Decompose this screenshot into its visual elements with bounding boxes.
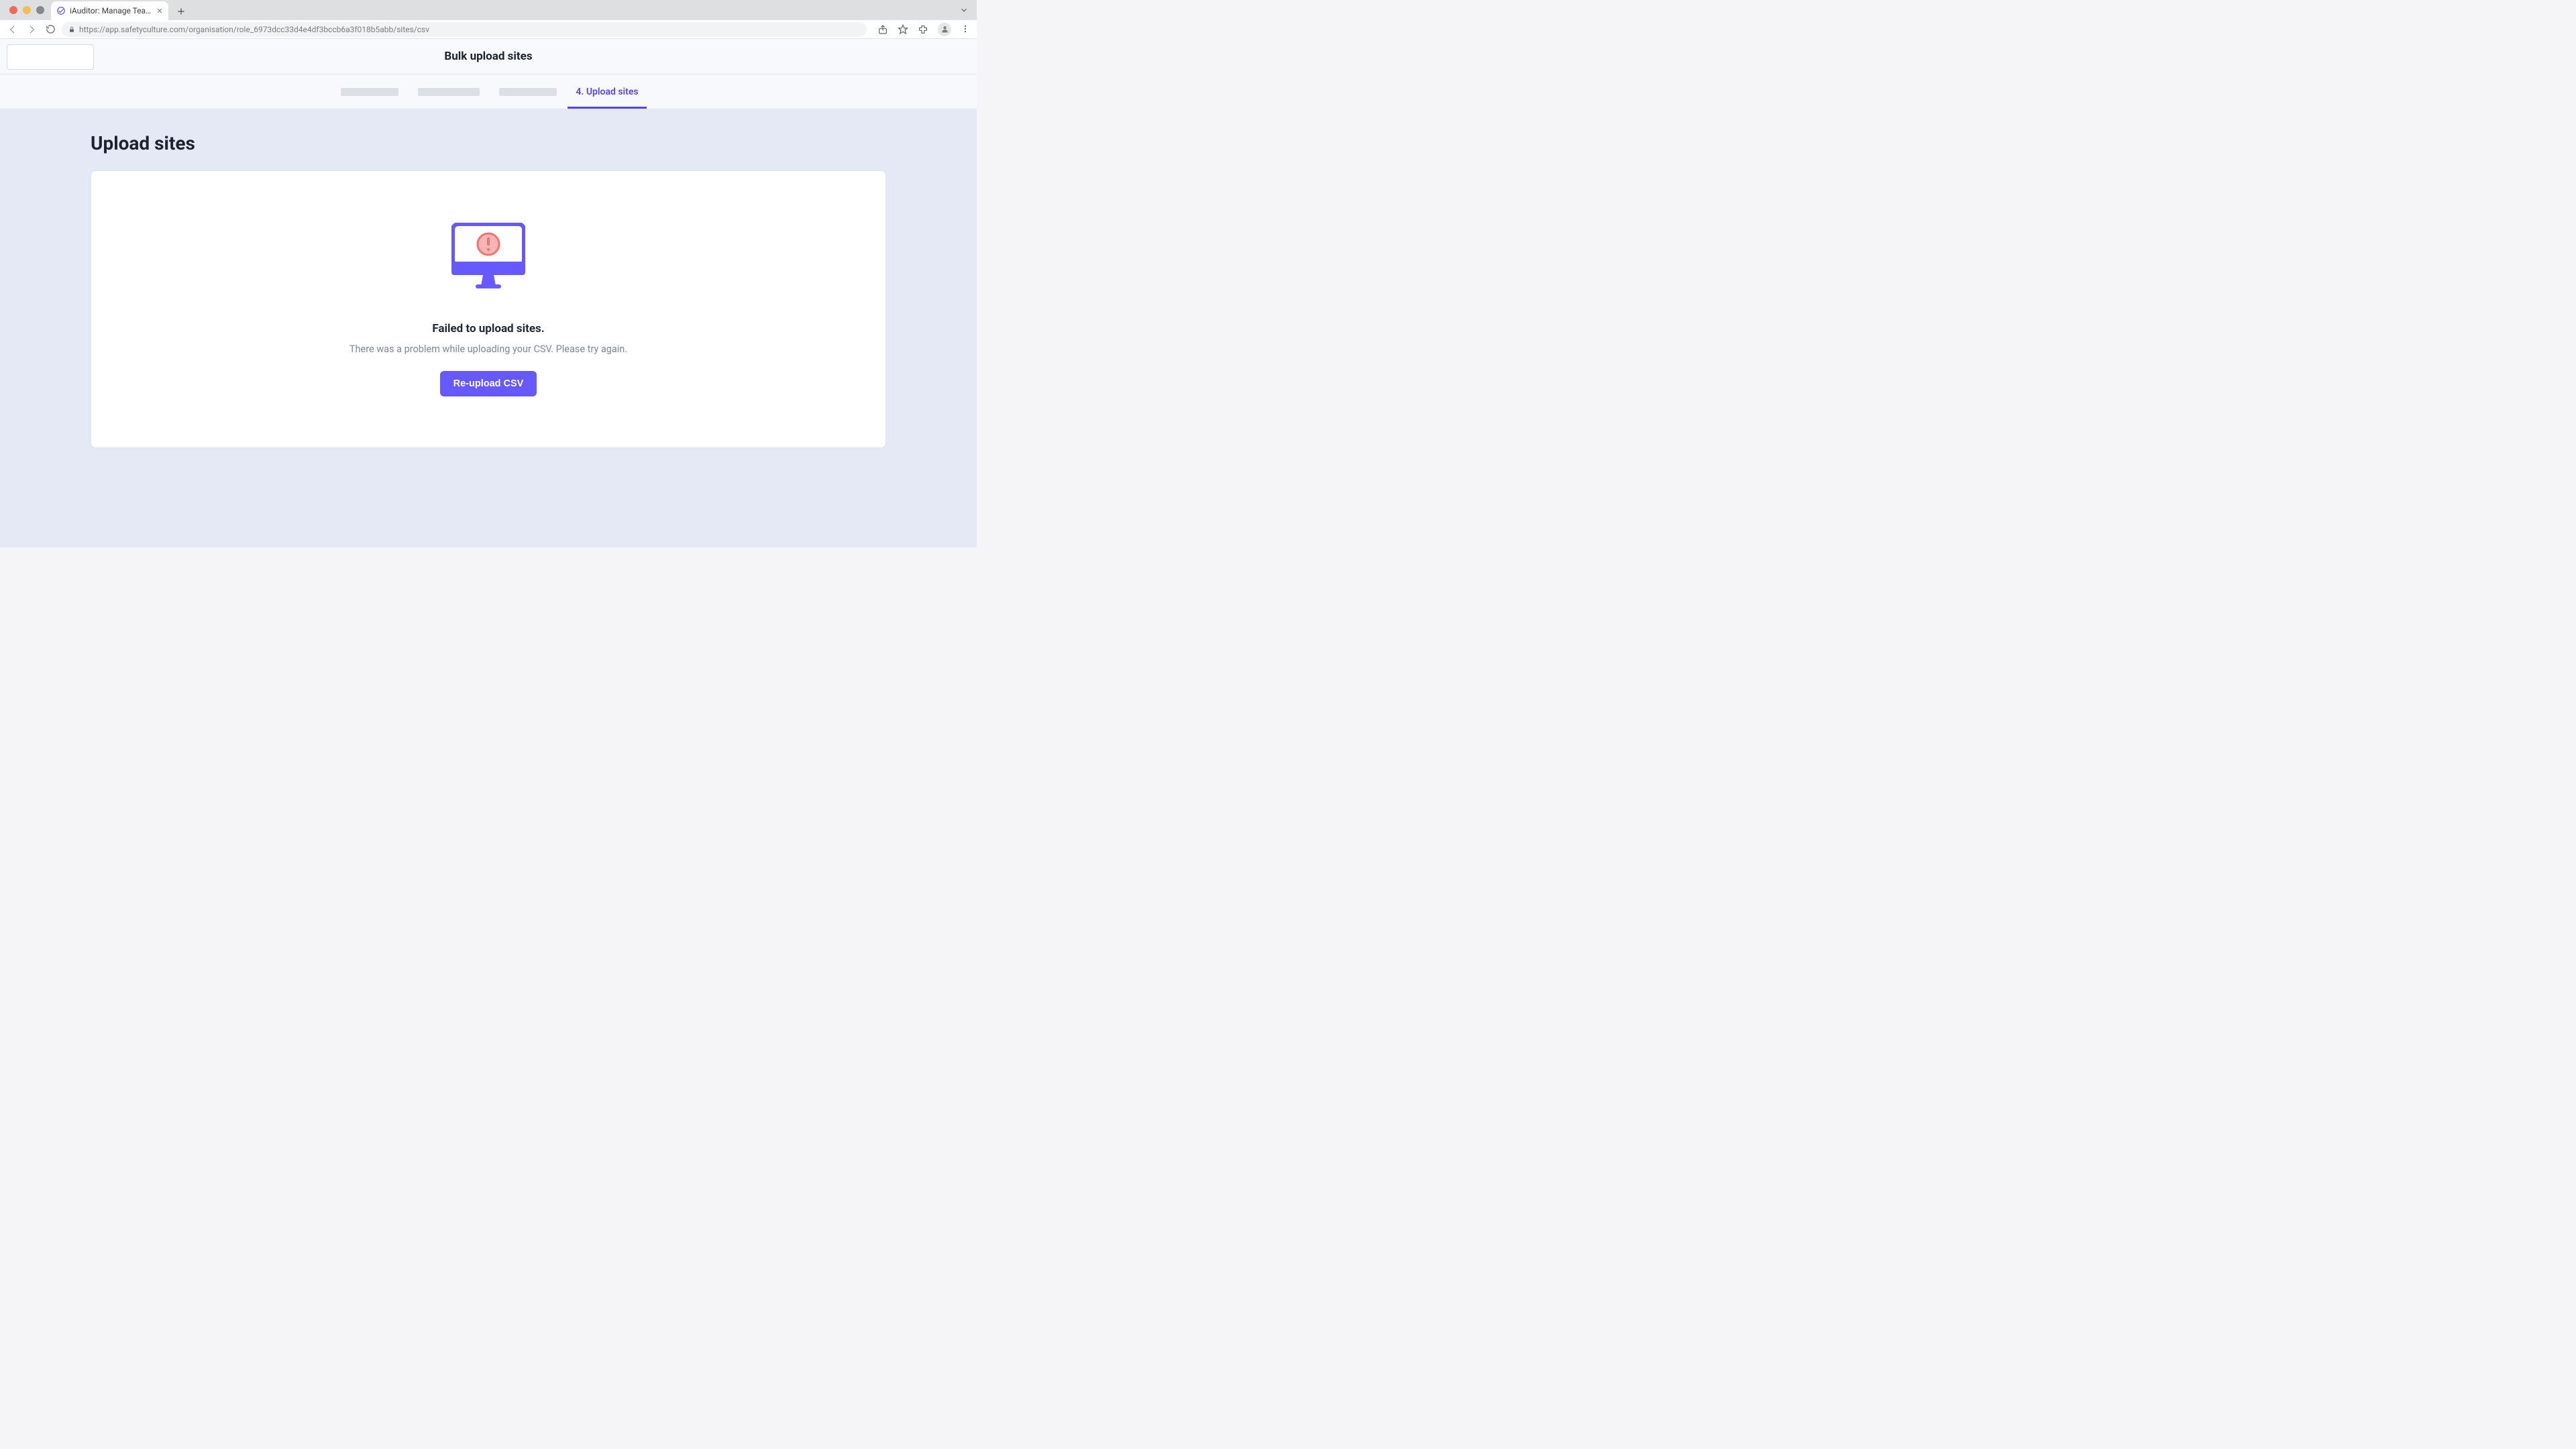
lock-icon — [68, 26, 75, 33]
step-tabs: 4. Upload sites — [0, 74, 977, 109]
browser-tab-bar: iAuditor: Manage Teams and In — [0, 0, 977, 20]
favicon-icon — [56, 6, 66, 15]
star-icon[interactable] — [898, 24, 908, 35]
page-title: Bulk upload sites — [444, 50, 532, 63]
new-tab-button[interactable] — [172, 3, 190, 20]
step-1[interactable] — [330, 74, 409, 109]
forward-button[interactable] — [24, 22, 39, 37]
step-4-active[interactable]: 4. Upload sites — [568, 74, 647, 109]
share-icon[interactable] — [877, 24, 888, 35]
address-bar-actions — [871, 23, 971, 36]
content-wrap: Upload sites — [91, 109, 886, 475]
browser-chrome-right — [959, 5, 977, 15]
error-description: There was a problem while uploading your… — [350, 343, 627, 355]
window-max-dot[interactable] — [36, 6, 44, 14]
extensions-icon[interactable] — [918, 24, 928, 35]
step-placeholder — [499, 88, 557, 96]
reupload-csv-button[interactable]: Re-upload CSV — [440, 371, 537, 396]
url-text: https://app.safetyculture.com/organisati… — [79, 25, 429, 34]
browser-tabs: iAuditor: Manage Teams and In — [51, 0, 190, 20]
back-button[interactable] — [5, 22, 20, 37]
window-controls — [0, 6, 44, 14]
step-3[interactable] — [488, 74, 568, 109]
page-heading: Upload sites — [91, 109, 886, 170]
upload-card: Failed to upload sites. There was a prob… — [91, 170, 886, 448]
app-header: Bulk upload sites — [0, 39, 977, 74]
error-title: Failed to upload sites. — [432, 322, 544, 335]
window-close-dot[interactable] — [9, 6, 17, 14]
step-2[interactable] — [409, 74, 488, 109]
profile-avatar[interactable] — [938, 23, 951, 36]
step-placeholder — [418, 88, 480, 96]
browser-address-bar: https://app.safetyculture.com/organisati… — [0, 20, 977, 39]
step-label: 4. Upload sites — [576, 87, 638, 97]
close-icon[interactable] — [156, 7, 163, 14]
browser-tab-active[interactable]: iAuditor: Manage Teams and In — [51, 1, 168, 20]
step-placeholder — [341, 88, 398, 96]
reload-button[interactable] — [43, 22, 58, 37]
logo-placeholder — [7, 44, 94, 70]
url-field[interactable]: https://app.safetyculture.com/organisati… — [62, 22, 867, 37]
error-monitor-illustration — [451, 223, 525, 288]
main-area: Upload sites — [0, 109, 977, 547]
kebab-menu-icon[interactable] — [961, 24, 970, 35]
chevron-down-icon[interactable] — [959, 5, 969, 15]
browser-tab-title: iAuditor: Manage Teams and In — [70, 6, 152, 15]
window-min-dot[interactable] — [23, 6, 31, 14]
